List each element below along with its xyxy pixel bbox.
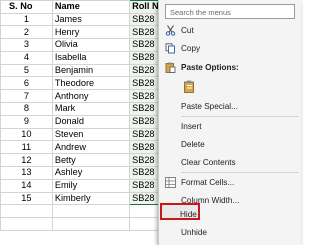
header-roll[interactable]: Roll N [129,0,160,14]
cell-name[interactable]: Steven [51,127,131,142]
copy-icon [165,43,176,54]
delete-label: Delete [181,140,205,149]
format-cells-label: Format Cells... [181,178,235,187]
cell-roll[interactable]: SB28 [129,114,160,129]
copy-menu-item[interactable]: Copy [159,40,301,56]
cell-sno[interactable]: 8 [0,102,53,116]
empty-cell[interactable] [0,204,53,219]
unhide-label: Unhide [181,228,207,237]
paste-special-label: Paste Special... [181,102,238,111]
cell-name[interactable]: Betty [51,153,131,168]
cell-roll[interactable]: SB28 [129,191,160,206]
cell-roll[interactable]: SB28 [129,102,160,116]
cell-name[interactable]: Andrew [51,140,131,155]
cell-name[interactable]: James [51,12,131,27]
paste-option-button[interactable] [159,78,301,96]
copy-label: Copy [181,44,201,53]
cut-label: Cut [181,26,194,35]
cell-name[interactable]: Ashley [51,166,131,180]
empty-cell[interactable] [129,217,160,232]
menu-search-input[interactable]: Search the menus [165,4,295,19]
cell-sno[interactable]: 15 [0,191,53,206]
cell-sno[interactable]: 10 [0,127,53,142]
cell-name[interactable]: Emily [51,178,131,193]
cell-roll[interactable]: SB28 [129,127,160,142]
cell-roll[interactable]: SB28 [129,89,160,104]
cell-roll[interactable]: SB28 [129,166,160,180]
cell-roll[interactable]: SB28 [129,50,160,65]
header-name[interactable]: Name [51,0,131,14]
insert-label: Insert [181,122,202,131]
paste-special-menu-item[interactable]: Paste Special... [159,98,301,114]
cell-name[interactable]: Isabella [51,50,131,65]
empty-cell[interactable] [129,204,160,219]
cell-sno[interactable]: 3 [0,38,53,52]
cell-name[interactable]: Henry [51,25,131,40]
cell-sno[interactable]: 1 [0,12,53,27]
cell-roll[interactable]: SB28 [129,63,160,78]
cell-sno[interactable]: 13 [0,166,53,180]
cell-sno[interactable]: 4 [0,50,53,65]
cell-name[interactable]: Mark [51,102,131,116]
cell-name[interactable]: Theodore [51,76,131,91]
cell-sno[interactable]: 12 [0,153,53,168]
cell-sno[interactable]: 14 [0,178,53,193]
cell-sno[interactable]: 9 [0,114,53,129]
hide-label-overlay[interactable]: Hide [180,210,197,219]
paste-options-label: Paste Options: [181,63,239,72]
cell-name[interactable]: Donald [51,114,131,129]
cell-name[interactable]: Benjamin [51,63,131,78]
insert-menu-item[interactable]: Insert [159,118,301,134]
cell-sno[interactable]: 2 [0,25,53,40]
empty-cell[interactable] [51,217,131,232]
paste-options-header: Paste Options: [159,59,301,75]
header-sno[interactable]: S. No [0,0,53,14]
cell-roll[interactable]: SB28 [129,153,160,168]
cut-menu-item[interactable]: Cut [159,22,301,38]
clear-contents-menu-item[interactable]: Clear Contents [159,154,301,170]
cell-roll[interactable]: SB28 [129,38,160,52]
cell-sno[interactable]: 5 [0,63,53,78]
menu-divider [181,116,299,117]
unhide-menu-item[interactable]: Unhide [159,224,301,240]
delete-menu-item[interactable]: Delete [159,136,301,152]
cell-sno[interactable]: 6 [0,76,53,91]
cell-sno[interactable]: 7 [0,89,53,104]
empty-cell[interactable] [0,217,53,232]
scissors-icon [165,25,176,36]
empty-cell[interactable] [51,204,131,219]
cell-roll[interactable]: SB28 [129,76,160,91]
cell-roll[interactable]: SB28 [129,25,160,40]
menu-divider [181,172,299,173]
clipboard-icon [183,80,196,93]
cell-roll[interactable]: SB28 [129,140,160,155]
cell-roll[interactable]: SB28 [129,178,160,193]
cell-sno[interactable]: 11 [0,140,53,155]
format-cells-menu-item[interactable]: Format Cells... [159,174,301,190]
cell-name[interactable]: Anthony [51,89,131,104]
cell-name[interactable]: Kimberly [51,191,131,206]
format-cells-icon [165,177,176,188]
cell-roll[interactable]: SB28 [129,12,160,27]
clear-contents-label: Clear Contents [181,158,236,167]
cell-name[interactable]: Olivia [51,38,131,52]
paste-icon [165,62,176,73]
